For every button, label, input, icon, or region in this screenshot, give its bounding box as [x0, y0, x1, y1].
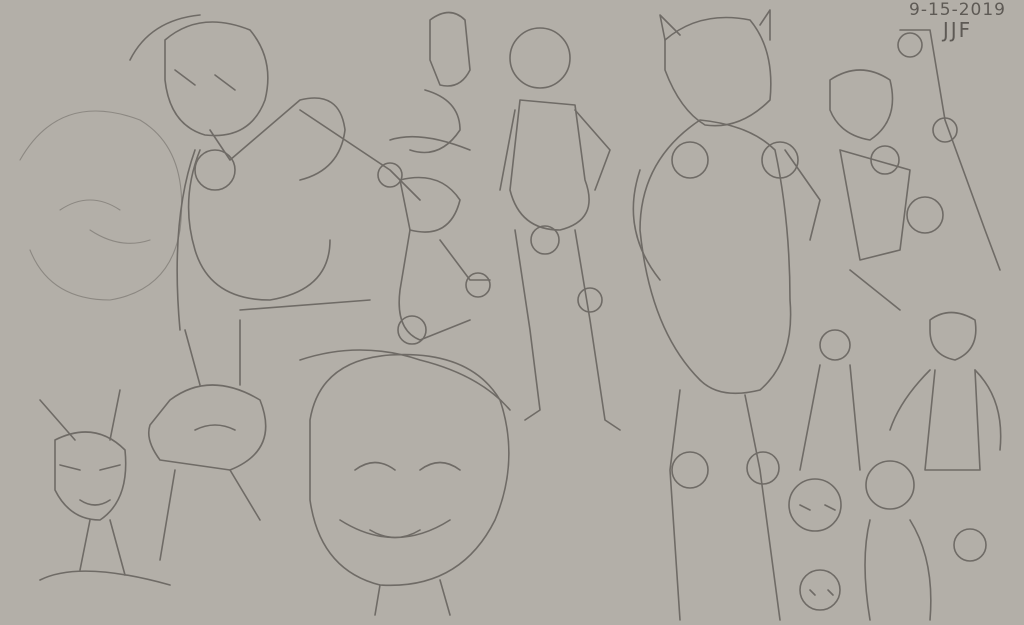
signature-initials: JJF: [942, 17, 973, 42]
back-view-figure-sketch: [632, 9, 821, 621]
sketch-canvas: 9-15-2019 JJF: [0, 0, 1024, 625]
standing-figure-sketch: [499, 27, 621, 431]
kneeling-figure-sketch: [389, 11, 491, 345]
small-figures-sketch: [788, 311, 1002, 621]
profile-head-sketch: [147, 319, 267, 561]
artist-signature: 9-15-2019 JJF: [895, 1, 1020, 42]
ghost-head-sketch: [19, 110, 183, 301]
arm-study-figure-sketch: [829, 29, 1001, 311]
leaning-figure-sketch: [129, 14, 421, 331]
figure-sketches: [19, 9, 1002, 621]
large-face-sketch: [299, 349, 511, 616]
jackal-head-sketch: [39, 389, 171, 586]
